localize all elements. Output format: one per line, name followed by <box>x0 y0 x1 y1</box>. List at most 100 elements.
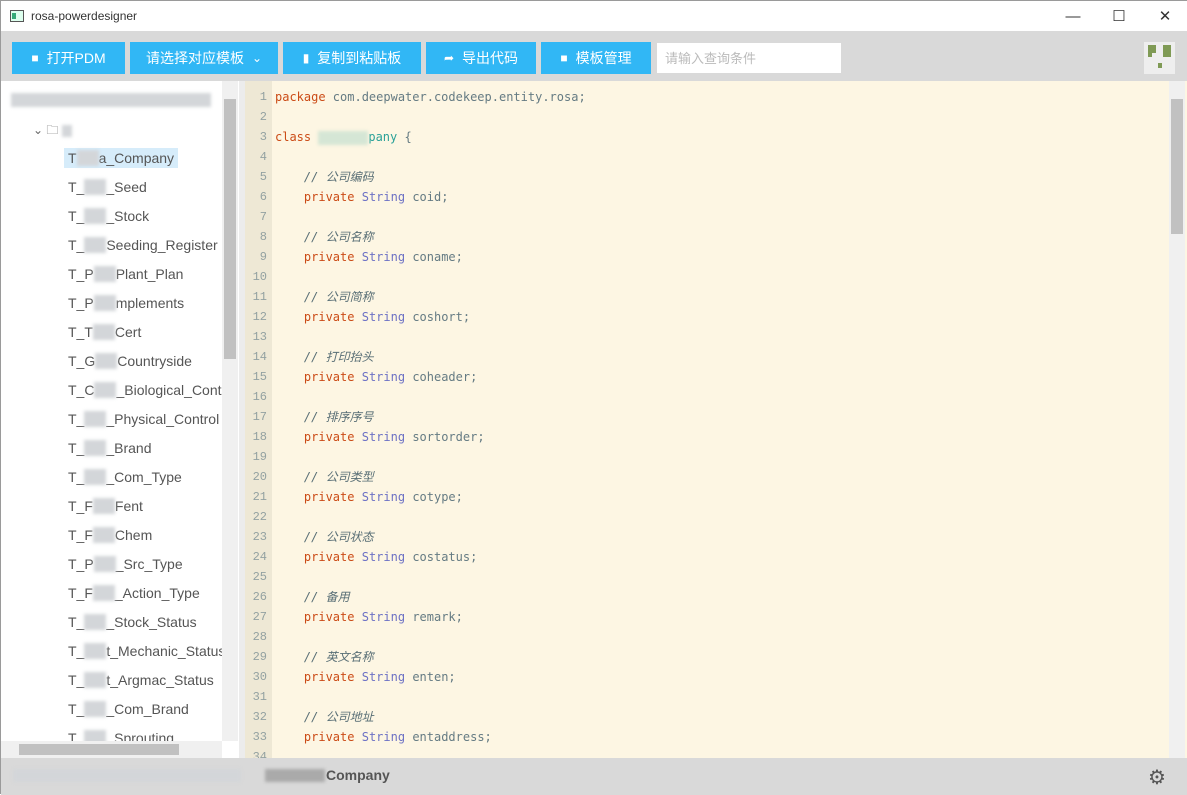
comment: // 公司地址 <box>303 710 374 724</box>
tree-item[interactable]: T_F _Action_Type <box>64 583 204 603</box>
tree-item[interactable]: T_F Chem <box>64 525 156 545</box>
line-number: 23 <box>252 530 267 544</box>
chevron-down-icon: ⌄ <box>251 51 263 65</box>
tree-item[interactable]: T_ _Stock_Status <box>64 612 201 632</box>
gear-icon[interactable]: ⚙ <box>1148 765 1166 790</box>
code-line: 9 private String coname; <box>245 247 1165 267</box>
minimize-button[interactable]: — <box>1050 1 1096 31</box>
tree-item-suffix: a_Company <box>98 150 175 166</box>
open-pdm-button[interactable]: ■ 打开PDM <box>12 42 125 74</box>
tree-item[interactable]: T_ _Com_Brand <box>64 699 193 719</box>
table-tree-panel: ⌄ 🗀 Ta_Company T_ _Seed T_ _Stock T_ Seeding_R… <box>1 81 239 758</box>
tree-item-prefix: T_F <box>68 498 93 514</box>
line-number: 12 <box>252 310 267 324</box>
type: String <box>361 250 406 264</box>
tree-item-prefix: T <box>68 150 77 166</box>
tree-item-suffix: _Biological_Control <box>116 382 238 398</box>
tree-item[interactable]: T_ _Seed <box>64 177 151 197</box>
type: String <box>361 670 406 684</box>
field-name: coname; <box>412 250 463 264</box>
template-select-label: 请选择对应模板 <box>145 50 244 66</box>
tree-item-suffix: _Stock_Status <box>106 614 197 630</box>
line-number: 8 <box>259 230 267 244</box>
tree-item[interactable]: T_ t_Argmac_Status <box>64 670 218 690</box>
line-number: 31 <box>252 690 267 704</box>
open-pdm-label: 打开PDM <box>46 50 106 66</box>
tree-item[interactable]: T_F Fent <box>64 496 147 516</box>
title-bar: rosa-powerdesigner — ☐ ✕ <box>1 1 1187 31</box>
tree-item-prefix: T_P <box>68 556 94 572</box>
close-button[interactable]: ✕ <box>1142 1 1187 31</box>
tree-item[interactable]: T_G Countryside <box>64 351 196 371</box>
keyword: private <box>303 250 355 264</box>
code-line: 29 // 英文名称 <box>245 647 1165 667</box>
tree-item[interactable]: T_ Seeding_Register <box>64 235 222 255</box>
comment: // 公司简称 <box>303 290 374 304</box>
tree-vertical-scrollbar[interactable] <box>222 81 238 741</box>
tree-item-suffix: Chem <box>114 527 153 543</box>
tree-item[interactable]: T_ t_Mechanic_Status <box>64 641 229 661</box>
tree-item[interactable]: T_ _Brand <box>64 438 156 458</box>
redacted <box>92 585 115 601</box>
search-input[interactable] <box>657 43 841 73</box>
code-line: 6 private String coid; <box>245 187 1165 207</box>
tree-horizontal-scrollbar[interactable] <box>1 741 222 758</box>
class-name: pany <box>368 130 398 144</box>
template-select-dropdown[interactable]: 请选择对应模板 ⌄ <box>130 42 278 74</box>
tree-item-prefix: T_ <box>68 208 85 224</box>
tree-item-prefix: T_ <box>68 469 85 485</box>
tree-item[interactable]: T_P _Src_Type <box>64 554 187 574</box>
tree-item[interactable]: T_P mplements <box>64 293 188 313</box>
tree-item-prefix: T_ <box>68 672 85 688</box>
type: String <box>361 730 406 744</box>
tree-item-prefix: T_T <box>68 324 93 340</box>
maximize-button[interactable]: ☐ <box>1096 1 1142 31</box>
tree-folder[interactable]: ⌄ 🗀 <box>33 121 72 142</box>
tree-item[interactable]: T_ _Stock <box>64 206 153 226</box>
template-manage-button[interactable]: ■ 模板管理 <box>541 42 651 74</box>
field-name: coid; <box>412 190 449 204</box>
copy-button[interactable]: ▮ 复制到粘贴板 <box>283 42 421 74</box>
redacted <box>92 498 115 514</box>
status-bar: Company ⚙ <box>1 758 1187 795</box>
tree-item[interactable]: T_ _Physical_Control <box>64 409 223 429</box>
tree-item[interactable]: T_P Plant_Plan <box>64 264 187 284</box>
code-line: 30 private String enten; <box>245 667 1165 687</box>
tree-item-prefix: T_F <box>68 585 93 601</box>
code-editor[interactable]: 1 package com.deepwater.codekeep.entity.r… <box>245 81 1187 758</box>
comment: // 公司名称 <box>303 230 374 244</box>
line-number: 10 <box>252 270 267 284</box>
export-button[interactable]: ➦ 导出代码 <box>426 42 536 74</box>
field-name: enten; <box>412 670 456 684</box>
tree-item-prefix: T_ <box>68 179 85 195</box>
redacted <box>95 353 118 369</box>
line-number: 7 <box>259 210 267 224</box>
tree-item[interactable]: T_ _Com_Type <box>64 467 186 487</box>
editor-vertical-scrollbar[interactable] <box>1169 81 1185 758</box>
code-line: 21 private String cotype; <box>245 487 1165 507</box>
comment: // 打印抬头 <box>303 350 374 364</box>
redacted <box>84 469 107 485</box>
redacted <box>93 266 116 282</box>
code-line: 13 <box>245 327 1165 347</box>
type: String <box>361 610 406 624</box>
type: String <box>361 430 406 444</box>
line-number: 16 <box>252 390 267 404</box>
tree-item[interactable]: T_T Cert <box>64 322 145 342</box>
line-number: 25 <box>252 570 267 584</box>
redacted <box>84 701 107 717</box>
brace: { <box>397 130 412 144</box>
redacted <box>92 527 115 543</box>
folder-icon: ■ <box>31 51 39 65</box>
tree-item-suffix: Countryside <box>117 353 192 369</box>
comment: // 排序序号 <box>303 410 374 424</box>
field-name: remark; <box>412 610 463 624</box>
logo-icon[interactable] <box>1144 42 1175 74</box>
tree-item[interactable]: Ta_Company <box>64 148 179 168</box>
window-title: rosa-powerdesigner <box>31 9 138 23</box>
tree-item-suffix: _Stock <box>106 208 150 224</box>
tree-item[interactable]: T_C _Biological_Control <box>64 380 241 400</box>
keyword: private <box>303 490 355 504</box>
tree-item-suffix: Seeding_Register <box>106 237 218 253</box>
line-number: 11 <box>252 290 267 304</box>
